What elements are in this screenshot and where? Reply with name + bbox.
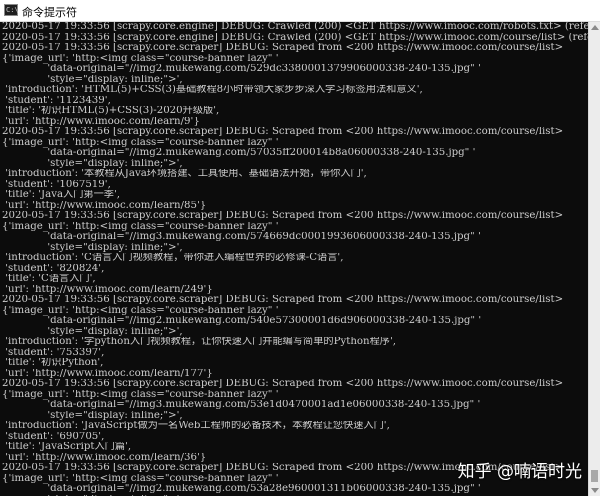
console-line: 'student': '820824',: [2, 263, 105, 274]
console-line: {'image_url': 'http:<img class="course-b…: [2, 137, 279, 148]
console-line: 2020-05-17 19:33:56 [scrapy.core.scraper…: [2, 295, 564, 305]
console-line: 'data-original="//img2.mukewang.com/529d…: [2, 64, 481, 74]
console-line: 'introduction': 'HTML(5)+CSS(3)基础教程8小时带领…: [2, 85, 423, 95]
console-line: 'url': 'http://www.imooc.com/learn/177'}: [2, 368, 213, 379]
console-line: 'introduction': 'JavaScript做为一名Web工程师的必备…: [2, 421, 390, 431]
console-line: 'style="display: inline;">',: [2, 326, 183, 337]
console-line: 2020-05-17 19:33:56 [scrapy.core.engine]…: [2, 22, 588, 32]
console-line: 'data-original="//img2.mukewang.com/5703…: [2, 148, 476, 158]
scroll-down-arrow-icon[interactable]: [591, 488, 599, 493]
console-line: 'style="display: inline;">',: [2, 74, 183, 85]
console-line: 'title': '初识Python',: [2, 358, 104, 368]
console-line: 2020-05-17 19:33:56 [scrapy.core.engine]…: [2, 32, 588, 43]
console-line: 'title': 'Java入门第一季',: [2, 190, 121, 200]
console-line: 'data-original="//img3.mukewang.com/53e1…: [2, 400, 481, 410]
console-line: {'image_url': 'http:<img class="course-b…: [2, 389, 279, 400]
console-line: 'style="display: inline;">',: [2, 242, 183, 253]
window-titlebar[interactable]: C:\ 命令提示符: [0, 0, 600, 22]
console-line: 'data-original="//img2.mukewang.com/53a2…: [2, 484, 481, 494]
console-line: {'image_url': 'http:<img class="course-b…: [2, 53, 279, 64]
console-line: 'url': 'http://www.imooc.com/learn/85'}: [2, 200, 207, 211]
console-line: 'style="display: inline;">',: [2, 410, 183, 421]
console-line: 'student': '753397',: [2, 347, 105, 358]
console-line: 'introduction': '本教程从Java环境搭建、工具使用、基础语法开…: [2, 169, 367, 179]
console-line: 2020-05-17 19:33:56 [scrapy.core.scraper…: [2, 211, 564, 221]
console-line: {'image_url': 'http:<img class="course-b…: [2, 221, 279, 232]
console-line: 2020-05-17 19:33:56 [scrapy.core.scraper…: [2, 379, 564, 389]
window-title: 命令提示符: [22, 6, 77, 19]
console-line: 'introduction': '学python入门视频教程，让你快速入门并能编…: [2, 337, 396, 347]
cmd-app-icon[interactable]: C:\: [4, 4, 19, 16]
console-line: 'student': '1123439',: [2, 95, 111, 106]
scrollbar-thumb[interactable]: [591, 470, 598, 482]
console-line: {'image_url': 'http:<img class="course-b…: [2, 305, 279, 316]
cmd-icon-label: C:\: [6, 6, 19, 14]
console-line: 'url': 'http://www.imooc.com/learn/249'}: [2, 284, 213, 295]
console-line: 'title': '初识HTML(5)+CSS(3)-2020升级版',: [2, 106, 220, 116]
scroll-up-arrow-icon[interactable]: [591, 25, 599, 30]
vertical-scrollbar[interactable]: [588, 22, 600, 496]
console-line: 'style="display: inline;">',: [2, 158, 183, 169]
console-line: 'student': '690705',: [2, 431, 105, 442]
console-line: 'student': '1067519',: [2, 179, 111, 190]
console-line: 'title': 'C语言入门',: [2, 274, 96, 284]
console-output[interactable]: 2020-05-17 19:33:56 [scrapy.core.engine]…: [0, 22, 588, 496]
console-line: 2020-05-17 19:33:56 [scrapy.core.scraper…: [2, 43, 564, 53]
console-line: 2020-05-17 19:33:56 [scrapy.core.scraper…: [2, 127, 564, 137]
console-line: 'data-original="//img2.mukewang.com/540e…: [2, 316, 482, 326]
zhihu-watermark: 知乎 @喃语时光: [457, 462, 582, 482]
console-line: 'url': 'http://www.imooc.com/learn/9'}: [2, 116, 200, 127]
console-line: 'title': 'JavaScript入门篇',: [2, 442, 132, 452]
console-line: 'data-original="//img3.mukewang.com/5746…: [2, 232, 481, 242]
console-line: 'introduction': 'C语言入门视频教程，带你进入编程世界的必修课-…: [2, 253, 344, 263]
